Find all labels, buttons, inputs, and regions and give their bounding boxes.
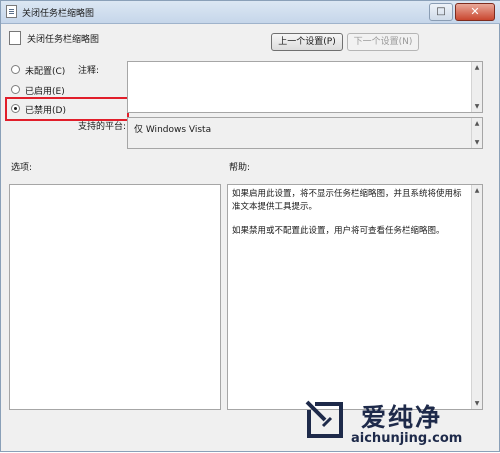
- supported-scrollbar[interactable]: ▲ ▼: [471, 118, 482, 148]
- help-paragraph-1: 如果启用此设置，将不显示任务栏缩略图，并且系统将使用标准文本提供工具提示。: [232, 189, 462, 212]
- policy-dialog-window: 关闭任务栏缩略图 □ ✕ 关闭任务栏缩略图 上一个设置(P) 下一个设置(N) …: [0, 0, 500, 452]
- scroll-down-arrow-icon[interactable]: ▼: [472, 101, 482, 112]
- close-button[interactable]: ✕: [455, 3, 495, 21]
- help-scrollbar[interactable]: ▲ ▼: [471, 185, 482, 409]
- title-bar[interactable]: 关闭任务栏缩略图 □ ✕: [1, 1, 500, 24]
- radio-label-enabled: 已启用(E): [25, 87, 65, 97]
- radio-circle[interactable]: [11, 65, 20, 74]
- options-panel: [9, 184, 221, 410]
- policy-setting-icon: [9, 31, 21, 45]
- scroll-up-arrow-icon[interactable]: ▲: [472, 62, 482, 73]
- help-text: 如果启用此设置，将不显示任务栏缩略图，并且系统将使用标准文本提供工具提示。 如果…: [232, 188, 466, 249]
- next-setting-button[interactable]: 下一个设置(N): [347, 33, 419, 51]
- previous-setting-button[interactable]: 上一个设置(P): [271, 33, 343, 51]
- options-label: 选项:: [11, 163, 33, 173]
- policy-title: 关闭任务栏缩略图: [27, 35, 100, 45]
- supported-platforms-box: 仅 Windows Vista ▲ ▼: [127, 117, 483, 149]
- supported-platforms-value: 仅 Windows Vista: [134, 125, 212, 135]
- watermark-brand: 爱纯净: [361, 403, 443, 432]
- radio-label-not-configured: 未配置(C): [25, 67, 66, 77]
- scroll-up-arrow-icon[interactable]: ▲: [472, 118, 482, 129]
- watermark: 爱纯净 aichunjing.com: [301, 396, 500, 453]
- help-label: 帮助:: [229, 163, 251, 173]
- comment-label: 注释:: [78, 66, 100, 76]
- help-paragraph-2: 如果禁用或不配置此设置，用户将可查看任务栏缩略图。: [232, 226, 445, 236]
- supported-platforms-label: 支持的平台:: [78, 122, 127, 132]
- scroll-down-arrow-icon[interactable]: ▼: [472, 137, 482, 148]
- watermark-url: aichunjing.com: [351, 431, 463, 446]
- watermark-logo-icon: [305, 400, 343, 438]
- scroll-up-arrow-icon[interactable]: ▲: [472, 185, 482, 196]
- comment-textarea[interactable]: ▲ ▼: [127, 61, 483, 113]
- help-panel: 如果启用此设置，将不显示任务栏缩略图，并且系统将使用标准文本提供工具提示。 如果…: [227, 184, 483, 410]
- maximize-button[interactable]: □: [429, 3, 453, 21]
- red-highlight-box: [5, 97, 129, 121]
- policy-document-icon: [6, 5, 17, 18]
- window-title: 关闭任务栏缩略图: [22, 9, 95, 19]
- comment-scrollbar[interactable]: ▲ ▼: [471, 62, 482, 112]
- radio-circle[interactable]: [11, 85, 20, 94]
